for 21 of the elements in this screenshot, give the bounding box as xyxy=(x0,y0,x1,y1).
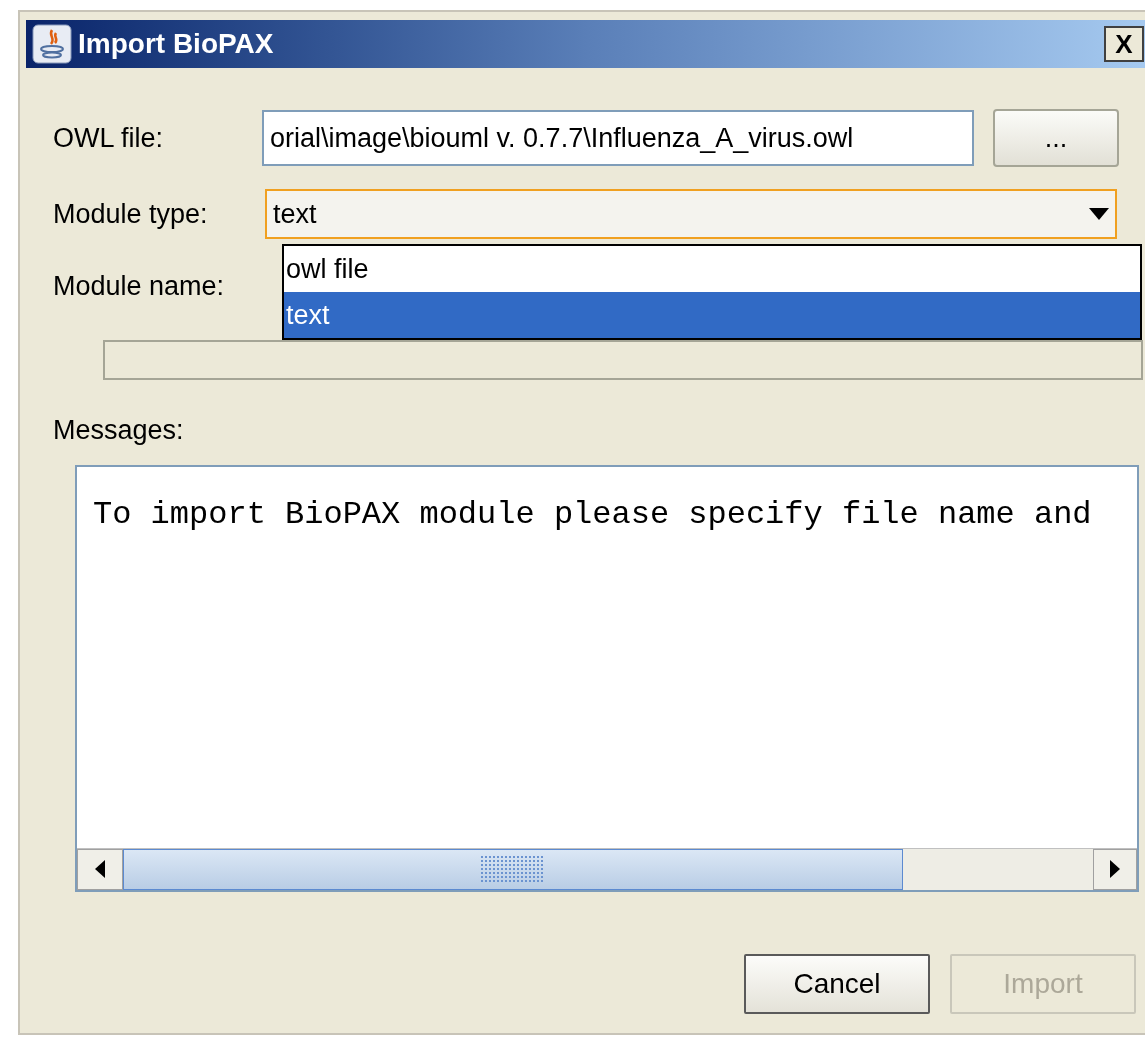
messages-label: Messages: xyxy=(53,414,185,447)
scroll-left-button[interactable] xyxy=(77,848,123,890)
message-text: To import BioPAX module please specify file name and xyxy=(93,495,1092,533)
file-path-field[interactable]: orial\image\biouml v. 0.7.7\Influenza_A_virus.owl xyxy=(262,110,974,166)
left-arrow-icon xyxy=(95,860,105,878)
module-type-dropdown[interactable]: text xyxy=(265,189,1117,239)
scroll-right-button[interactable] xyxy=(1093,848,1137,890)
field-label: OWL file: xyxy=(53,121,165,155)
field-label: Module type: xyxy=(53,197,209,231)
scroll-thumb[interactable] xyxy=(123,848,903,890)
window-title: Import BioPAX xyxy=(78,27,275,61)
field-label: Module name: xyxy=(53,270,225,303)
browse-button[interactable]: ... xyxy=(993,109,1119,167)
app-icon xyxy=(32,24,72,64)
dropdown-arrow-icon xyxy=(1089,208,1109,220)
right-arrow-icon xyxy=(1110,860,1120,878)
dropdown-option[interactable]: text xyxy=(284,292,1140,338)
close-button[interactable]: X xyxy=(1104,26,1144,62)
dialog-button[interactable]: Cancel xyxy=(744,953,930,1014)
horizontal-scrollbar[interactable] xyxy=(77,847,1137,890)
grip-icon xyxy=(481,856,545,882)
